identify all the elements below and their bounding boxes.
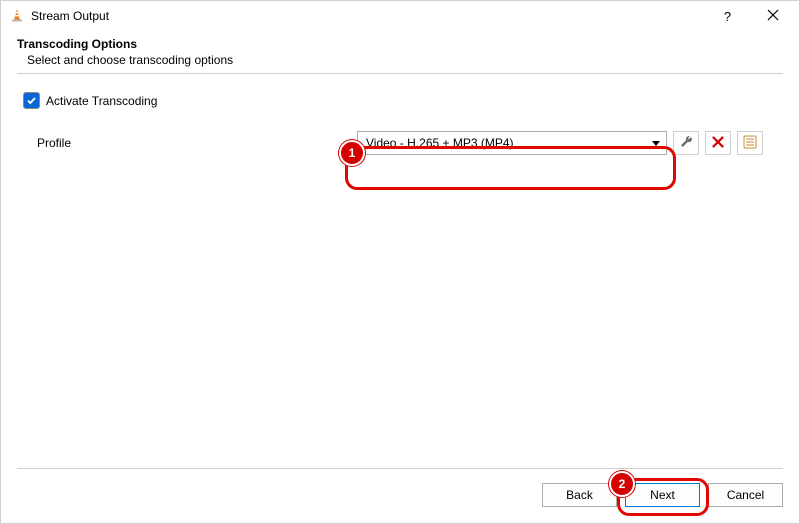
- wrench-icon: [679, 134, 694, 152]
- profile-row: Profile Video - H.265 + MP3 (MP4): [17, 131, 783, 155]
- help-button[interactable]: ?: [705, 1, 750, 31]
- new-list-icon: [743, 135, 757, 152]
- close-button[interactable]: [750, 1, 795, 31]
- chevron-down-icon: [652, 141, 660, 146]
- vlc-cone-icon: [9, 7, 25, 26]
- delete-x-icon: [712, 136, 724, 151]
- back-label: Back: [566, 488, 593, 502]
- section-subheading: Select and choose transcoding options: [27, 53, 783, 67]
- activate-transcoding-row: Activate Transcoding: [23, 92, 783, 109]
- next-button[interactable]: Next: [625, 483, 700, 507]
- back-button[interactable]: Back: [542, 483, 617, 507]
- profile-value: Video - H.265 + MP3 (MP4): [366, 136, 514, 150]
- footer-buttons: Back Next Cancel: [542, 483, 783, 507]
- next-label: Next: [650, 488, 675, 502]
- check-icon: [26, 95, 37, 106]
- close-icon: [767, 8, 779, 24]
- section-heading: Transcoding Options: [17, 37, 783, 51]
- profile-label: Profile: [37, 136, 357, 150]
- annotation-callout-2: 2: [609, 471, 635, 497]
- help-icon: ?: [724, 9, 731, 24]
- edit-profile-button[interactable]: [673, 131, 699, 155]
- window-title: Stream Output: [31, 9, 109, 23]
- footer-divider: [17, 468, 783, 469]
- new-profile-button[interactable]: [737, 131, 763, 155]
- title-bar: Stream Output ?: [1, 1, 799, 31]
- cancel-label: Cancel: [727, 488, 764, 502]
- activate-transcoding-label: Activate Transcoding: [46, 94, 157, 108]
- cancel-button[interactable]: Cancel: [708, 483, 783, 507]
- divider: [17, 73, 783, 74]
- stream-output-dialog: Stream Output ? Transcoding Options Sele…: [0, 0, 800, 524]
- profile-combobox[interactable]: Video - H.265 + MP3 (MP4): [357, 131, 667, 155]
- delete-profile-button[interactable]: [705, 131, 731, 155]
- content-area: Transcoding Options Select and choose tr…: [1, 31, 799, 155]
- activate-transcoding-checkbox[interactable]: [23, 92, 40, 109]
- annotation-callout-1: 1: [339, 140, 365, 166]
